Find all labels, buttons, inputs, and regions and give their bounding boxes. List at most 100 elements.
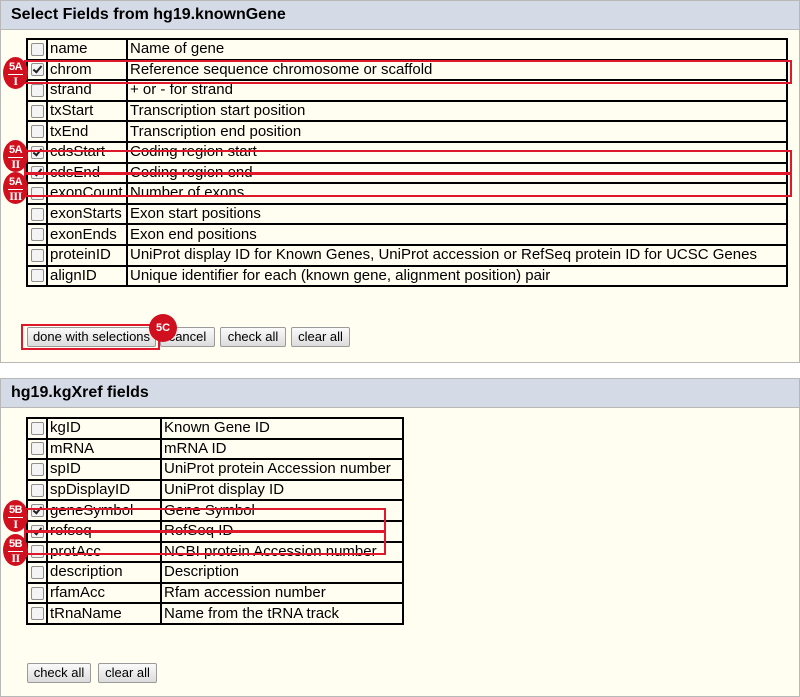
field-row: rfamAcc Rfam accession number	[26, 581, 404, 605]
field-name: name	[46, 38, 128, 61]
field-checkbox[interactable]	[30, 269, 44, 283]
checkbox-cell	[26, 58, 48, 82]
field-row: description Description	[26, 561, 404, 584]
checkbox-cell	[26, 581, 48, 605]
checkbox-cell	[26, 38, 48, 61]
field-description: Coding region start	[126, 140, 788, 164]
field-name: spDisplayID	[46, 478, 162, 502]
field-name: description	[46, 561, 162, 584]
field-name: exonEnds	[46, 223, 128, 246]
field-row: cdsEnd Coding region end	[26, 161, 788, 185]
done-with-selections-button[interactable]: done with selections	[27, 327, 156, 347]
badge-label: 5A	[8, 144, 23, 156]
field-name: protAcc	[46, 540, 162, 564]
field-row: tRnaName Name from the tRNA track	[26, 602, 404, 625]
kgxref-fields-table: kgID Known Gene ID mRNA mRNA ID spID UniProt …	[26, 417, 404, 625]
field-name: cdsStart	[46, 140, 128, 164]
field-description: UniProt display ID for Known Genes, UniP…	[126, 243, 788, 267]
checkbox-cell	[26, 499, 48, 522]
field-description: Gene Symbol	[160, 499, 404, 522]
field-checkbox[interactable]	[30, 442, 44, 456]
field-name: txStart	[46, 99, 128, 123]
field-checkbox[interactable]	[30, 483, 44, 497]
badge-sublabel: II	[8, 551, 23, 564]
field-row: alignID Unique identifier for each (known…	[26, 264, 788, 288]
field-description: Exon start positions	[126, 202, 788, 226]
field-row: txStart Transcription start position	[26, 99, 788, 123]
badge-label: 5B	[8, 538, 23, 550]
field-checkbox[interactable]	[30, 586, 44, 600]
badge-sublabel: III	[8, 189, 23, 203]
field-checkbox[interactable]	[30, 125, 44, 139]
annotation-badge-5a-ii: 5A II	[3, 140, 28, 172]
field-row: kgID Known Gene ID	[26, 417, 404, 440]
field-description: Transcription end position	[126, 120, 788, 143]
field-checkbox[interactable]	[30, 565, 44, 579]
field-checkbox[interactable]	[30, 545, 44, 559]
field-checkbox[interactable]	[30, 166, 44, 180]
field-row: exonStarts Exon start positions	[26, 202, 788, 226]
field-name: exonStarts	[46, 202, 128, 226]
field-checkbox[interactable]	[30, 186, 44, 200]
field-row: spDisplayID UniProt display ID	[26, 478, 404, 502]
field-description: Known Gene ID	[160, 417, 404, 440]
badge-label: 5A	[8, 176, 23, 188]
field-name: geneSymbol	[46, 499, 162, 522]
field-row: exonEnds Exon end positions	[26, 223, 788, 246]
checkbox-cell	[26, 458, 48, 481]
field-row: refseq RefSeq ID	[26, 519, 404, 543]
field-checkbox[interactable]	[30, 228, 44, 242]
field-checkbox[interactable]	[30, 63, 44, 77]
field-checkbox[interactable]	[30, 607, 44, 621]
checkbox-cell	[26, 417, 48, 440]
field-description: Reference sequence chromosome or scaffol…	[126, 58, 788, 82]
field-checkbox[interactable]	[30, 84, 44, 98]
field-description: NCBI protein Accession number	[160, 540, 404, 564]
field-description: Name of gene	[126, 38, 788, 61]
field-checkbox[interactable]	[30, 463, 44, 477]
checkbox-cell	[26, 519, 48, 543]
checkbox-cell	[26, 561, 48, 584]
field-checkbox[interactable]	[30, 104, 44, 118]
field-name: kgID	[46, 417, 162, 440]
field-checkbox[interactable]	[30, 524, 44, 538]
field-description: Description	[160, 561, 404, 584]
field-name: spID	[46, 458, 162, 481]
badge-sublabel: I	[8, 74, 23, 87]
field-name: rfamAcc	[46, 581, 162, 605]
field-row: chrom Reference sequence chromosome or sc…	[26, 58, 788, 82]
field-description: Rfam accession number	[160, 581, 404, 605]
checkbox-cell	[26, 140, 48, 164]
check-all-button[interactable]: check all	[220, 327, 286, 347]
field-description: UniProt display ID	[160, 478, 404, 502]
field-name: cdsEnd	[46, 161, 128, 185]
checkbox-cell	[26, 161, 48, 185]
checkbox-cell	[26, 223, 48, 246]
annotation-badge-5c: 5C	[149, 314, 177, 342]
known-gene-fields-table: name Name of gene chrom Reference sequence …	[26, 38, 788, 288]
field-description: mRNA ID	[160, 437, 404, 461]
field-row: cdsStart Coding region start	[26, 140, 788, 164]
field-checkbox[interactable]	[30, 504, 44, 518]
clear-all-button[interactable]: clear all	[98, 663, 157, 683]
annotation-badge-5a-iii: 5A III	[3, 172, 28, 204]
field-description: + or - for strand	[126, 79, 788, 102]
field-row: name Name of gene	[26, 38, 788, 61]
field-row: mRNA mRNA ID	[26, 437, 404, 461]
check-all-button[interactable]: check all	[27, 663, 91, 683]
field-name: mRNA	[46, 437, 162, 461]
checkbox-cell	[26, 79, 48, 102]
field-checkbox[interactable]	[30, 42, 44, 56]
field-checkbox[interactable]	[30, 421, 44, 435]
field-checkbox[interactable]	[30, 145, 44, 159]
field-checkbox[interactable]	[30, 207, 44, 221]
field-description: Coding region end	[126, 161, 788, 185]
field-row: txEnd Transcription end position	[26, 120, 788, 143]
field-description: RefSeq ID	[160, 519, 404, 543]
checkbox-cell	[26, 478, 48, 502]
field-name: proteinID	[46, 243, 128, 267]
checkbox-cell	[26, 437, 48, 461]
clear-all-button[interactable]: clear all	[291, 327, 350, 347]
field-checkbox[interactable]	[30, 248, 44, 262]
field-name: txEnd	[46, 120, 128, 143]
